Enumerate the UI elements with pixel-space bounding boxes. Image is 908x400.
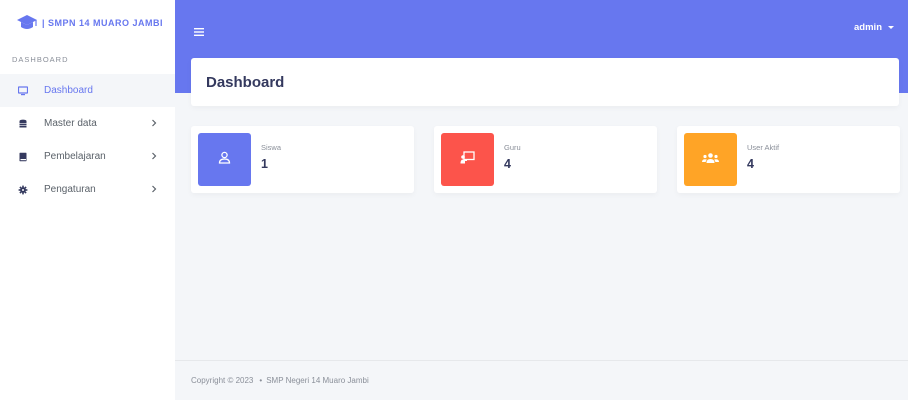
- page-title: Dashboard: [206, 73, 285, 91]
- footer-copyright: Copyright © 2023: [191, 376, 254, 385]
- stat-card-siswa: Siswa 1: [191, 126, 414, 193]
- footer-separator: •: [259, 376, 263, 385]
- stat-value: 4: [504, 157, 511, 171]
- sidebar-item-pembelajaran[interactable]: Pembelajaran: [0, 140, 175, 173]
- chevron-right-icon: [150, 184, 158, 194]
- sidebar-item-dashboard[interactable]: Dashboard: [0, 74, 175, 107]
- stat-label: Siswa: [261, 143, 282, 152]
- page-header: Dashboard: [191, 58, 899, 106]
- stat-card-guru: Guru 4: [434, 126, 657, 193]
- stat-icon-box: [441, 133, 494, 186]
- sidebar: | SMPN 14 MUARO JAMBI DASHBOARD Dashboar…: [0, 0, 175, 400]
- stat-label: Guru: [504, 143, 521, 152]
- monitor-icon: [18, 85, 28, 96]
- sidebar-item-master-data[interactable]: Master data: [0, 107, 175, 140]
- database-icon: [18, 119, 28, 129]
- chevron-right-icon: [150, 151, 158, 161]
- sidebar-section-header: DASHBOARD: [12, 55, 69, 64]
- caret-down-icon: [888, 26, 894, 29]
- book-icon: [18, 152, 28, 162]
- sidebar-item-pengaturan[interactable]: Pengaturan: [0, 173, 175, 206]
- stat-card-user-aktif: User Aktif 4: [677, 126, 900, 193]
- sidebar-item-label: Master data: [44, 118, 97, 129]
- chevron-right-icon: [150, 118, 158, 128]
- user-dropdown[interactable]: admin: [854, 22, 894, 33]
- user-icon: [218, 151, 231, 169]
- sidebar-item-label: Pembelajaran: [44, 151, 106, 162]
- stat-icon-box: [684, 133, 737, 186]
- stat-icon-box: [198, 133, 251, 186]
- brand-name: | SMPN 14 MUARO JAMBI: [42, 18, 164, 28]
- graduation-cap-icon: [16, 14, 38, 32]
- users-icon: [702, 151, 719, 169]
- sidebar-item-label: Pengaturan: [44, 184, 96, 195]
- user-name: admin: [854, 22, 882, 33]
- footer-org-link[interactable]: SMP Negeri 14 Muaro Jambi: [266, 376, 369, 385]
- cog-icon: [18, 185, 28, 195]
- sidebar-item-label: Dashboard: [44, 85, 93, 96]
- brand[interactable]: | SMPN 14 MUARO JAMBI: [0, 0, 175, 46]
- hamburger-icon[interactable]: [194, 24, 204, 36]
- stat-value: 4: [747, 157, 754, 171]
- chalkboard-teacher-icon: [460, 150, 475, 169]
- stat-label: User Aktif: [747, 143, 780, 152]
- stat-value: 1: [261, 157, 268, 171]
- footer: Copyright © 2023 • SMP Negeri 14 Muaro J…: [175, 360, 908, 400]
